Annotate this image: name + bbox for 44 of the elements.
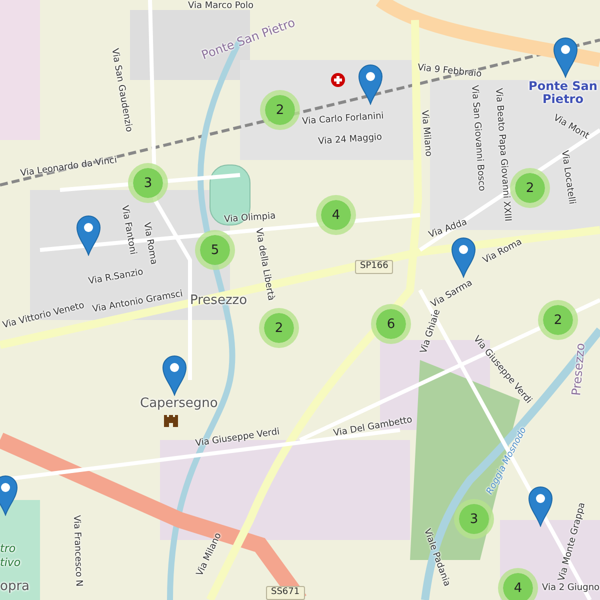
street-label: Via Roma: [140, 222, 158, 266]
place-label: Capersegno: [140, 397, 218, 412]
place-label: opra: [0, 580, 30, 594]
street-label: Via Adda: [428, 218, 469, 242]
place-label: Presezzo: [190, 294, 248, 308]
map-pin-icon[interactable]: [358, 64, 383, 105]
street-label: Via Antonio Gramsci: [92, 290, 184, 316]
street-label: Via Beato Papa Giovanni XXIII: [492, 88, 512, 222]
street-label: Via Monte Grappa: [558, 502, 588, 583]
road-number-label: SS671: [266, 586, 305, 600]
map-pin-icon[interactable]: [451, 237, 476, 278]
street-label: Via San Giovanni Bosco: [468, 85, 486, 192]
station-label: Ponte San Pietro: [528, 80, 598, 106]
map-pin-icon[interactable]: [0, 475, 18, 516]
street-label: Via Carlo Forlanini: [302, 112, 384, 128]
park-label: tro: [0, 543, 16, 556]
street-label: Via Marco Polo: [188, 2, 254, 12]
street-label: Via Francesco N: [70, 515, 82, 587]
street-label: Via Locatelli: [558, 150, 576, 206]
park-label: tivo: [0, 557, 21, 570]
street-label: Via Fantoni: [118, 205, 137, 256]
street-label: Via Vittorio Veneto: [2, 302, 86, 332]
road-number-label: SP166: [355, 260, 394, 274]
district-label: Presezzo: [570, 342, 588, 396]
street-label: Via Roma: [482, 238, 524, 267]
street-label: Via 24 Maggio: [318, 134, 382, 148]
district-label: Ponte San Pietro: [200, 16, 298, 62]
street-label: Via San Gaudenzio: [108, 48, 133, 133]
street-label: Via R.Sanzio: [88, 268, 144, 288]
street-label: Via Giuseppe Verdi: [195, 428, 280, 450]
street-label: Via Del Gambetto: [333, 416, 414, 440]
street-label: Via 2 Giugno: [542, 584, 600, 594]
map-pin-icon[interactable]: [553, 37, 578, 78]
hospital-cross-icon: [331, 73, 345, 87]
map-pin-icon[interactable]: [528, 486, 553, 527]
street-label: Via Olimpia: [224, 212, 276, 226]
street-label: Via 9 Febbraio: [416, 64, 482, 81]
street-label: Via Ghiaie: [420, 308, 444, 356]
map-pin-icon[interactable]: [162, 355, 187, 396]
street-label: Via Leonardo da Vinci: [20, 156, 118, 180]
map-pin-icon[interactable]: [76, 215, 101, 256]
castle-icon: [164, 415, 178, 427]
street-label: Via Milano: [418, 110, 432, 158]
street-label: Via della Libertà: [252, 228, 275, 302]
